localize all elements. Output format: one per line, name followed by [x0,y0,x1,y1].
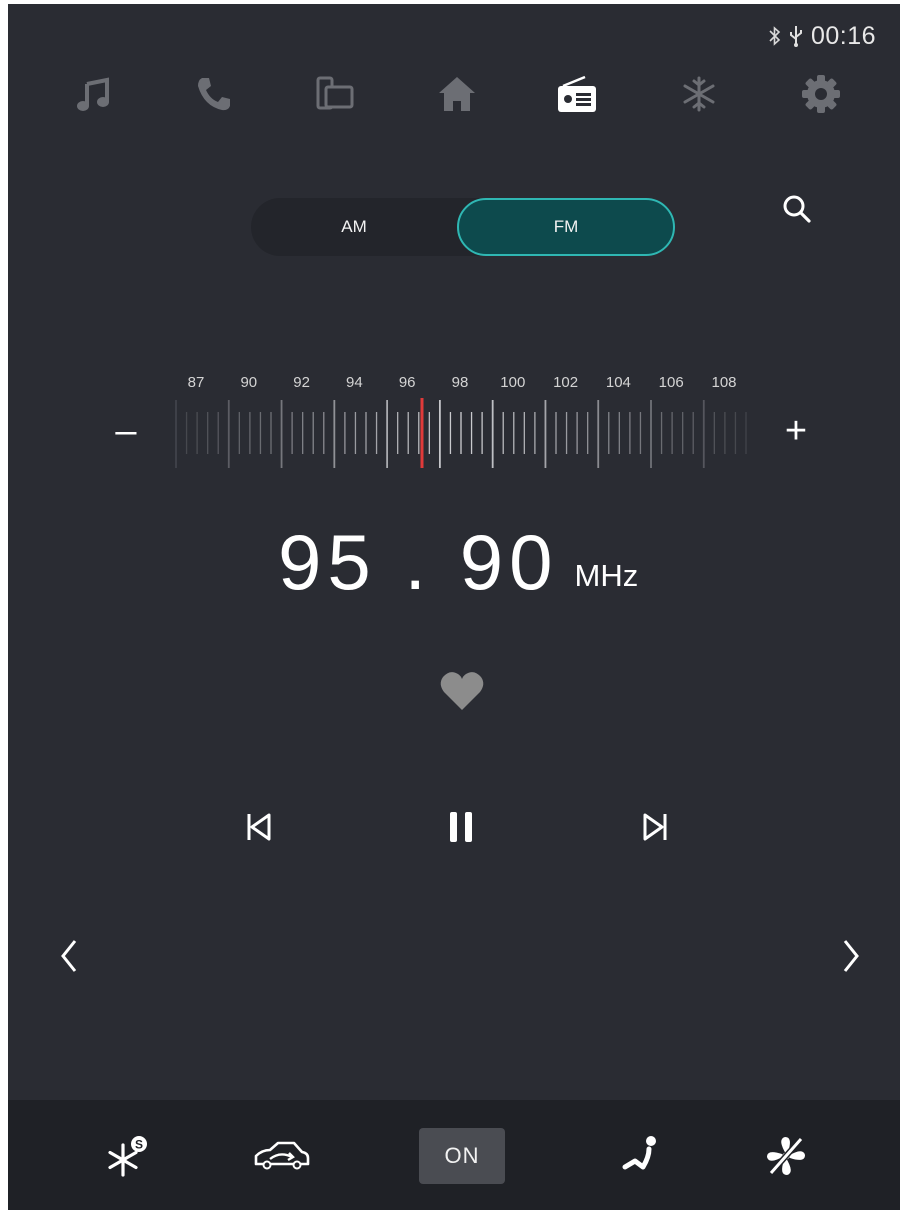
pause-icon [450,812,472,842]
climate-bar: S ON [8,1100,900,1210]
scale-label: 104 [605,374,631,391]
seat-icon [622,1136,656,1170]
search-icon [783,195,811,223]
scale-label: 102 [553,374,579,391]
tune-down-button[interactable]: – [106,411,146,451]
previous-station-button[interactable] [235,804,281,850]
search-button[interactable] [780,192,814,226]
gear-icon [802,75,840,113]
frequency-unit: MHz [574,558,639,593]
ac-max-button[interactable]: S [100,1128,156,1184]
chevron-right-icon [843,940,859,972]
car-recirculation-icon [254,1141,310,1170]
screen-mirror-icon [316,76,354,110]
svg-text:S: S [135,1138,143,1152]
air-recirculation-button[interactable] [246,1128,316,1184]
nav-phone[interactable] [184,64,244,124]
scale-label: 94 [346,374,363,391]
scale-label: 90 [240,374,258,391]
phone-icon [198,78,230,111]
home-icon [439,77,475,111]
scale-label: 92 [293,374,310,391]
nav-home[interactable] [427,64,487,124]
frequency-readout: 95 . 90 MHz [278,512,638,602]
nav-radio[interactable] [547,64,607,124]
am-band-button[interactable]: AM [251,198,457,256]
next-station-button[interactable] [633,804,679,850]
band-selector: AM FM [251,198,675,256]
music-note-icon [77,77,109,111]
fan-off-button[interactable] [760,1128,812,1184]
favorite-button[interactable] [438,668,486,712]
scale-label: 106 [658,374,684,391]
bluetooth-icon [769,26,781,46]
scale-label: 96 [398,374,416,391]
skip-next-icon [643,813,667,841]
nav-screen-mirror[interactable] [305,64,365,124]
clock: 00:16 [810,21,876,50]
status-bar: 00:16 [769,22,876,50]
next-page-button[interactable] [836,932,866,980]
tune-up-button[interactable]: + [776,411,816,451]
scale-label: 108 [711,374,737,391]
scale-label: 100 [500,374,526,391]
climate-power-button[interactable]: ON [419,1128,505,1184]
pause-button[interactable] [438,804,484,850]
heart-icon [440,672,484,710]
usb-icon [789,26,802,47]
fan-off-icon [767,1137,805,1175]
scale-label: 87 [187,374,205,391]
nav-settings[interactable] [791,64,851,124]
nav-music[interactable] [64,64,124,124]
snowflake-s-icon: S [108,1136,147,1177]
frequency-value: 95 . 90 [278,518,559,606]
fm-band-button[interactable]: FM [457,198,675,256]
top-nav [8,64,900,124]
snowflake-icon [683,76,715,112]
scale-label: 98 [451,374,469,391]
radio-screen: 00:16 AM FM 87 90 92 94 96 98 100 102 10… [8,4,900,1210]
radio-icon [558,75,596,112]
nav-climate[interactable] [669,64,729,124]
skip-previous-icon [247,813,271,841]
seat-heat-button[interactable] [616,1128,668,1184]
previous-page-button[interactable] [54,932,84,980]
chevron-left-icon [61,940,77,972]
